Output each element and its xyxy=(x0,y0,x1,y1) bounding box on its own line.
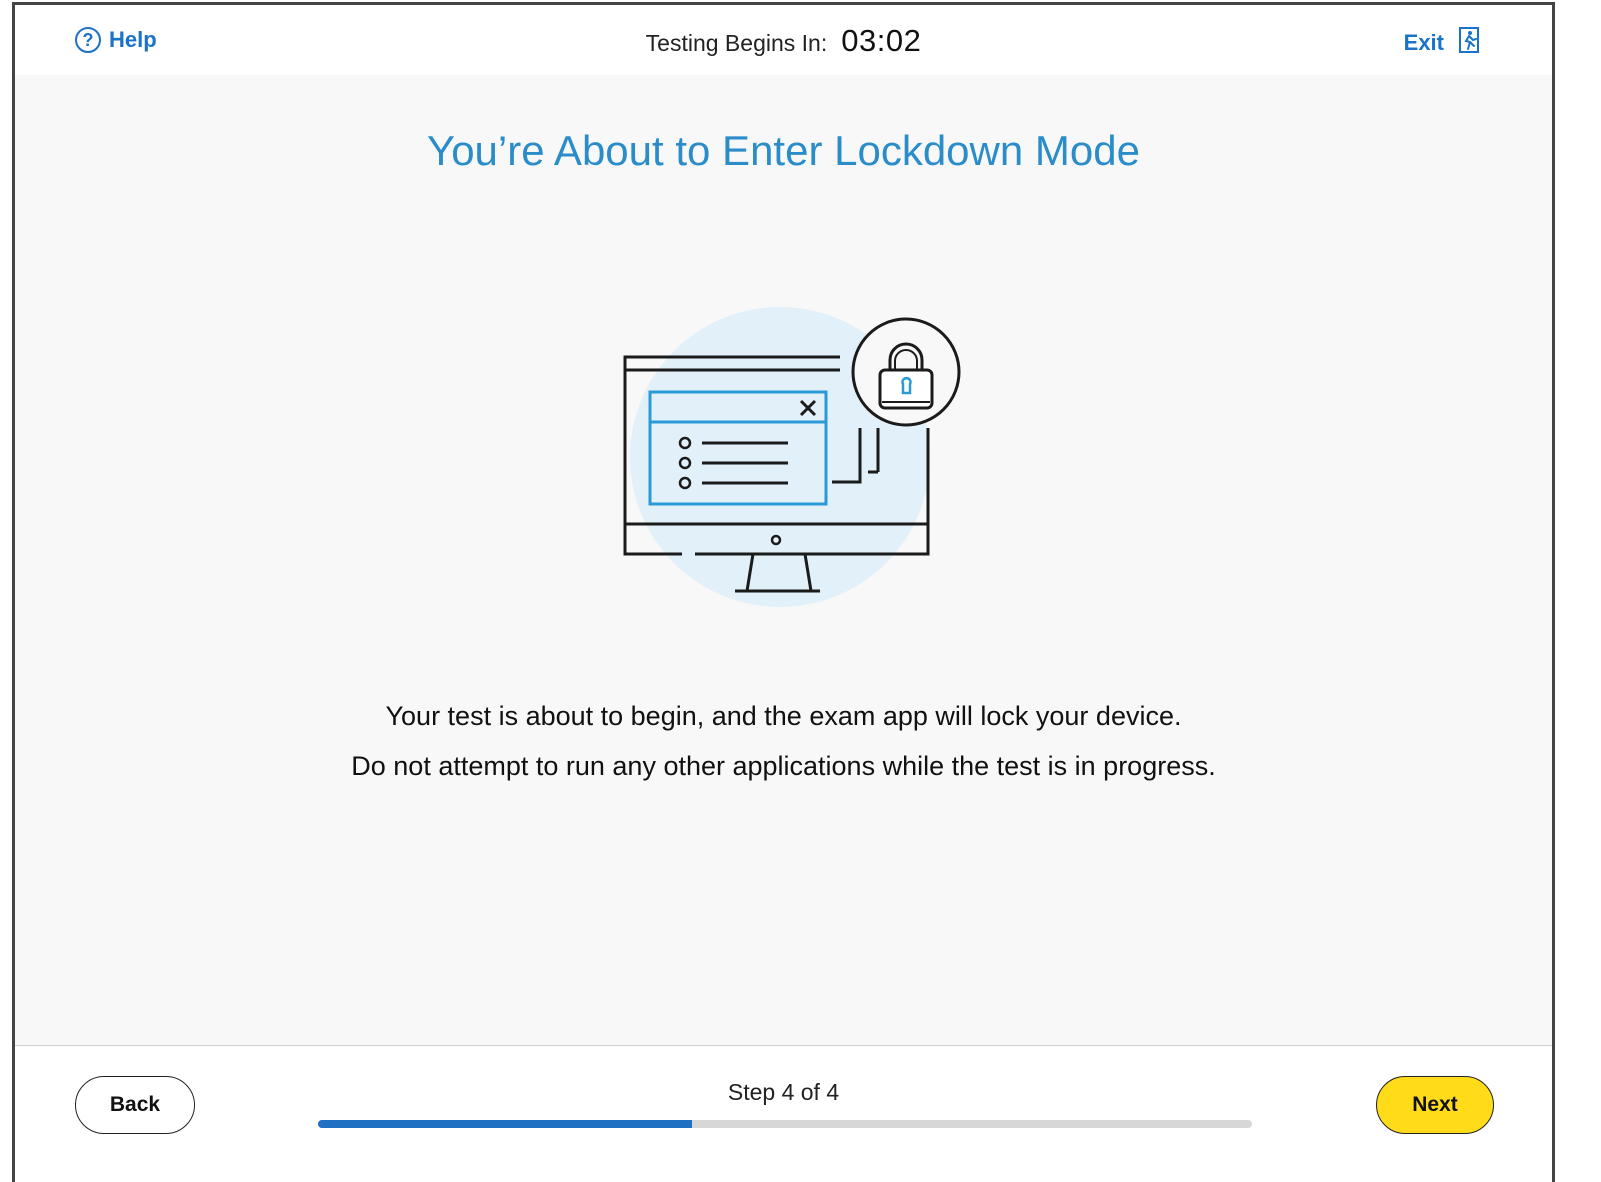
progress-bar xyxy=(318,1120,1252,1128)
locked-monitor-icon xyxy=(610,300,970,625)
timer-label: Testing Begins In: xyxy=(645,30,828,56)
instruction-message: Your test is about to begin, and the exa… xyxy=(15,691,1552,791)
app-frame: ? Help Testing Begins In: 03:02 Exit You… xyxy=(12,2,1555,1182)
exit-label: Exit xyxy=(1403,30,1444,55)
header-bar: ? Help Testing Begins In: 03:02 Exit xyxy=(15,5,1552,75)
progress-bar-fill xyxy=(318,1120,692,1128)
exit-button[interactable]: Exit xyxy=(1404,27,1480,59)
message-line-2: Do not attempt to run any other applicat… xyxy=(351,751,1216,781)
step-indicator: Step 4 of 4 xyxy=(727,1079,840,1105)
countdown-timer: Testing Begins In: 03:02 xyxy=(15,23,1552,59)
exit-door-icon xyxy=(1458,27,1480,59)
next-button[interactable]: Next xyxy=(1376,1076,1494,1134)
footer-bar: Back Step 4 of 4 Next xyxy=(15,1045,1552,1182)
timer-value: 03:02 xyxy=(841,23,922,58)
message-line-1: Your test is about to begin, and the exa… xyxy=(385,701,1182,731)
page-title: You’re About to Enter Lockdown Mode xyxy=(427,127,1140,174)
